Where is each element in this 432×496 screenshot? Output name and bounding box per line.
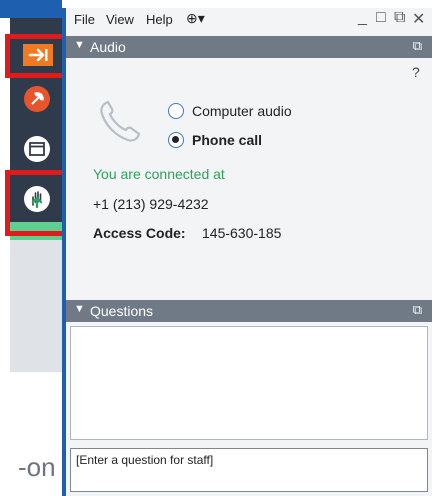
- hangup-button[interactable]: [22, 84, 52, 114]
- hangup-phone-icon: [24, 86, 50, 112]
- restore-button[interactable]: □: [376, 9, 386, 27]
- minimize-button[interactable]: _: [358, 9, 367, 27]
- collapse-triangle-icon: ▼: [74, 303, 85, 315]
- close-button[interactable]: ✕: [412, 9, 425, 29]
- computer-audio-label[interactable]: Computer audio: [192, 103, 292, 119]
- audio-title: Audio: [90, 39, 126, 55]
- arrow-right-icon: [23, 44, 53, 66]
- menu-bar: File View Help ⊕▾ _ □ ⧉ ✕: [66, 8, 432, 30]
- phone-call-label[interactable]: Phone call: [192, 132, 262, 148]
- window-button[interactable]: [22, 134, 52, 164]
- audio-section-header[interactable]: ▼ Audio ⧉: [66, 36, 432, 58]
- phone-number: +1 (213) 929-4232: [93, 196, 209, 212]
- questions-section-header[interactable]: ▼ Questions ⧉: [66, 300, 432, 322]
- globe-dropdown-icon[interactable]: ⊕▾: [186, 10, 205, 27]
- phone-icon: [100, 100, 141, 142]
- question-input[interactable]: [Enter a question for staff]: [70, 448, 428, 492]
- phone-call-radio[interactable]: [168, 132, 184, 148]
- questions-list[interactable]: [70, 326, 428, 440]
- access-code-value: 145-630-185: [202, 225, 282, 241]
- panel-left-edge: [62, 8, 66, 496]
- collapse-triangle-icon: ▼: [74, 39, 85, 51]
- popout-icon[interactable]: ⧉: [413, 302, 422, 318]
- computer-audio-radio[interactable]: [168, 103, 184, 119]
- rail-lower-panel: [10, 240, 62, 372]
- connected-label: You are connected at: [93, 166, 225, 182]
- access-code-label: Access Code:: [93, 225, 186, 241]
- left-top-bar: [0, 0, 62, 18]
- raise-hand-icon: [24, 186, 50, 212]
- window-icon: [24, 136, 50, 162]
- popout-icon[interactable]: ⧉: [413, 38, 422, 54]
- help-icon[interactable]: ?: [412, 64, 420, 80]
- menu-help[interactable]: Help: [146, 12, 173, 27]
- menu-file[interactable]: File: [74, 12, 95, 27]
- popout-button[interactable]: ⧉: [394, 9, 405, 27]
- arrow-button[interactable]: [21, 42, 55, 68]
- raise-hand-button[interactable]: [22, 184, 52, 214]
- background-text: -on: [18, 452, 56, 482]
- questions-title: Questions: [90, 303, 154, 319]
- menu-view[interactable]: View: [106, 12, 134, 27]
